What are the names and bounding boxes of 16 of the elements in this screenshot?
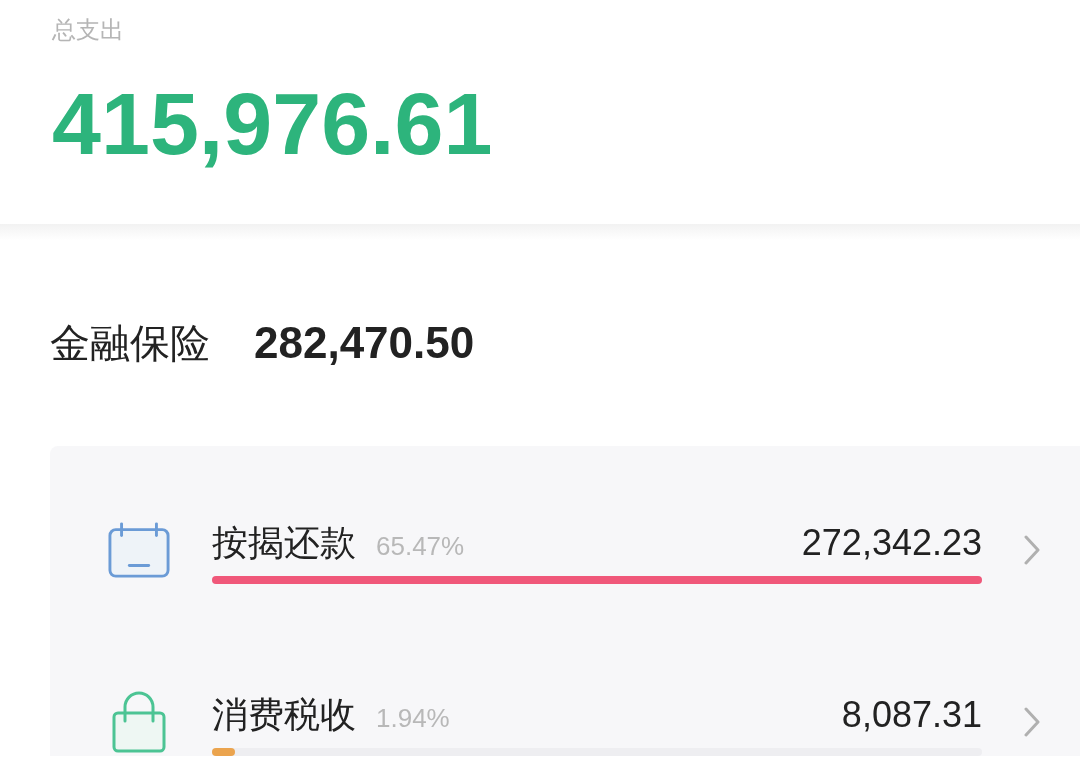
category-name: 金融保险 <box>50 320 210 367</box>
category-amount: 282,470.50 <box>254 317 475 369</box>
chevron-right-icon <box>1024 535 1040 565</box>
chevron-right-icon <box>1024 707 1040 737</box>
item-percent: 1.94% <box>376 702 450 735</box>
calendar-icon <box>108 521 170 579</box>
shopping-bag-icon <box>111 691 167 753</box>
category-item[interactable]: 按揭还款 65.47% 272,342.23 <box>108 516 1040 584</box>
item-amount: 8,087.31 <box>841 693 982 737</box>
category-item[interactable]: 消费税收 1.94% 8,087.31 <box>108 688 1040 756</box>
item-name: 消费税收 <box>212 693 356 737</box>
item-percent: 65.47% <box>376 530 465 563</box>
item-name: 按揭还款 <box>212 521 356 565</box>
total-amount: 415,976.61 <box>52 74 493 174</box>
item-amount: 272,342.23 <box>801 521 982 565</box>
total-label: 总支出 <box>52 15 124 45</box>
